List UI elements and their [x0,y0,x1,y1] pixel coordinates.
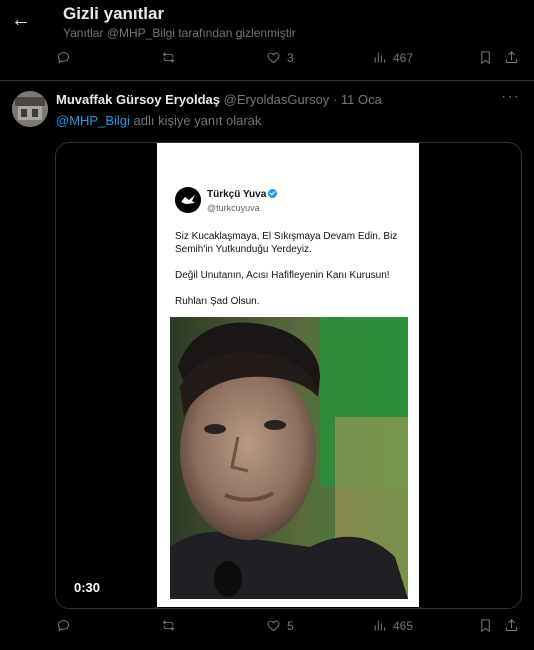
card-author-handle: @turkcuyuva [207,203,260,213]
repost-button[interactable] [161,50,182,65]
views-button[interactable]: 465 [372,618,413,633]
card-avatar-logo [175,187,201,213]
like-count: 5 [287,618,294,633]
replying-to-link[interactable]: @MHP_Bilgi [56,113,130,128]
video-frame [170,317,408,599]
avatar[interactable] [12,91,48,127]
view-count: 467 [393,50,414,65]
video-duration: 0:30 [74,580,101,595]
repost-icon [162,52,175,63]
share-icon [505,51,518,64]
reply-button[interactable] [56,50,77,65]
video-player[interactable]: Türkçü Yuva @turkcuyuva Siz Kucaklaşmaya… [55,142,522,609]
tweet-actions: 5 465 [0,618,534,640]
views-chart-icon [374,52,386,63]
verified-badge-icon [268,189,278,198]
bookmark-icon [481,51,490,65]
author-name[interactable]: Muvaffak Gürsoy Eryoldaş [56,92,220,107]
repost-icon [162,620,175,631]
previous-tweet-actions: 3 467 [0,50,534,72]
bookmark-button[interactable] [478,50,493,65]
page-header: ← Gizli yanıtlar Yanıtlar @MHP_Bilgi tar… [0,0,534,44]
card-author: Türkçü Yuva [207,189,278,200]
bookmark-icon [481,619,490,633]
card-author-name: Türkçü Yuva [207,189,267,200]
like-count: 3 [287,50,294,65]
more-options-icon[interactable]: ··· [501,88,520,106]
page-subtitle: Yanıtlar @MHP_Bilgi tarafından gizlenmiş… [63,26,296,40]
reply-icon [57,51,70,64]
view-count: 465 [393,618,414,633]
share-button[interactable] [504,618,519,633]
card-text-line: Siz Kucaklaşmaya, El Sıkışmaya Devam Edi… [175,231,398,242]
tweet-date[interactable]: 11 Oca [341,92,382,107]
divider [0,80,534,81]
share-icon [505,619,518,632]
repost-button[interactable] [161,618,182,633]
separator-dot: · [332,92,338,107]
reply-icon [57,619,70,632]
back-arrow-icon[interactable]: ← [10,9,32,31]
card-text-line: Semih'in Yutkunduğu Yerdeyiz. [175,244,312,255]
replying-to: @MHP_Bilgi adlı kişiye yanıt olarak [56,113,261,128]
share-button[interactable] [504,50,519,65]
views-chart-icon [374,620,386,631]
author-handle[interactable]: @EryoldasGursoy [224,92,330,107]
views-button[interactable]: 467 [372,50,413,65]
card-text-line: Ruhları Şad Olsun. [175,296,260,307]
bookmark-button[interactable] [478,618,493,633]
like-button[interactable]: 3 [266,50,294,65]
heart-icon [267,620,280,632]
card-text-line: Değil Unutanın, Acısı Hafifleyenin Kanı … [175,270,390,281]
replying-to-text: adlı kişiye yanıt olarak [133,113,262,128]
page-title: Gizli yanıtlar [63,4,165,23]
reply-button[interactable] [56,618,77,633]
tweet-author: Muvaffak Gürsoy Eryoldaş @EryoldasGursoy… [56,92,382,107]
video-frame-image [170,317,408,599]
embedded-tweet-card: Türkçü Yuva @turkcuyuva Siz Kucaklaşmaya… [157,143,419,607]
like-button[interactable]: 5 [266,618,294,633]
heart-icon [267,52,280,64]
